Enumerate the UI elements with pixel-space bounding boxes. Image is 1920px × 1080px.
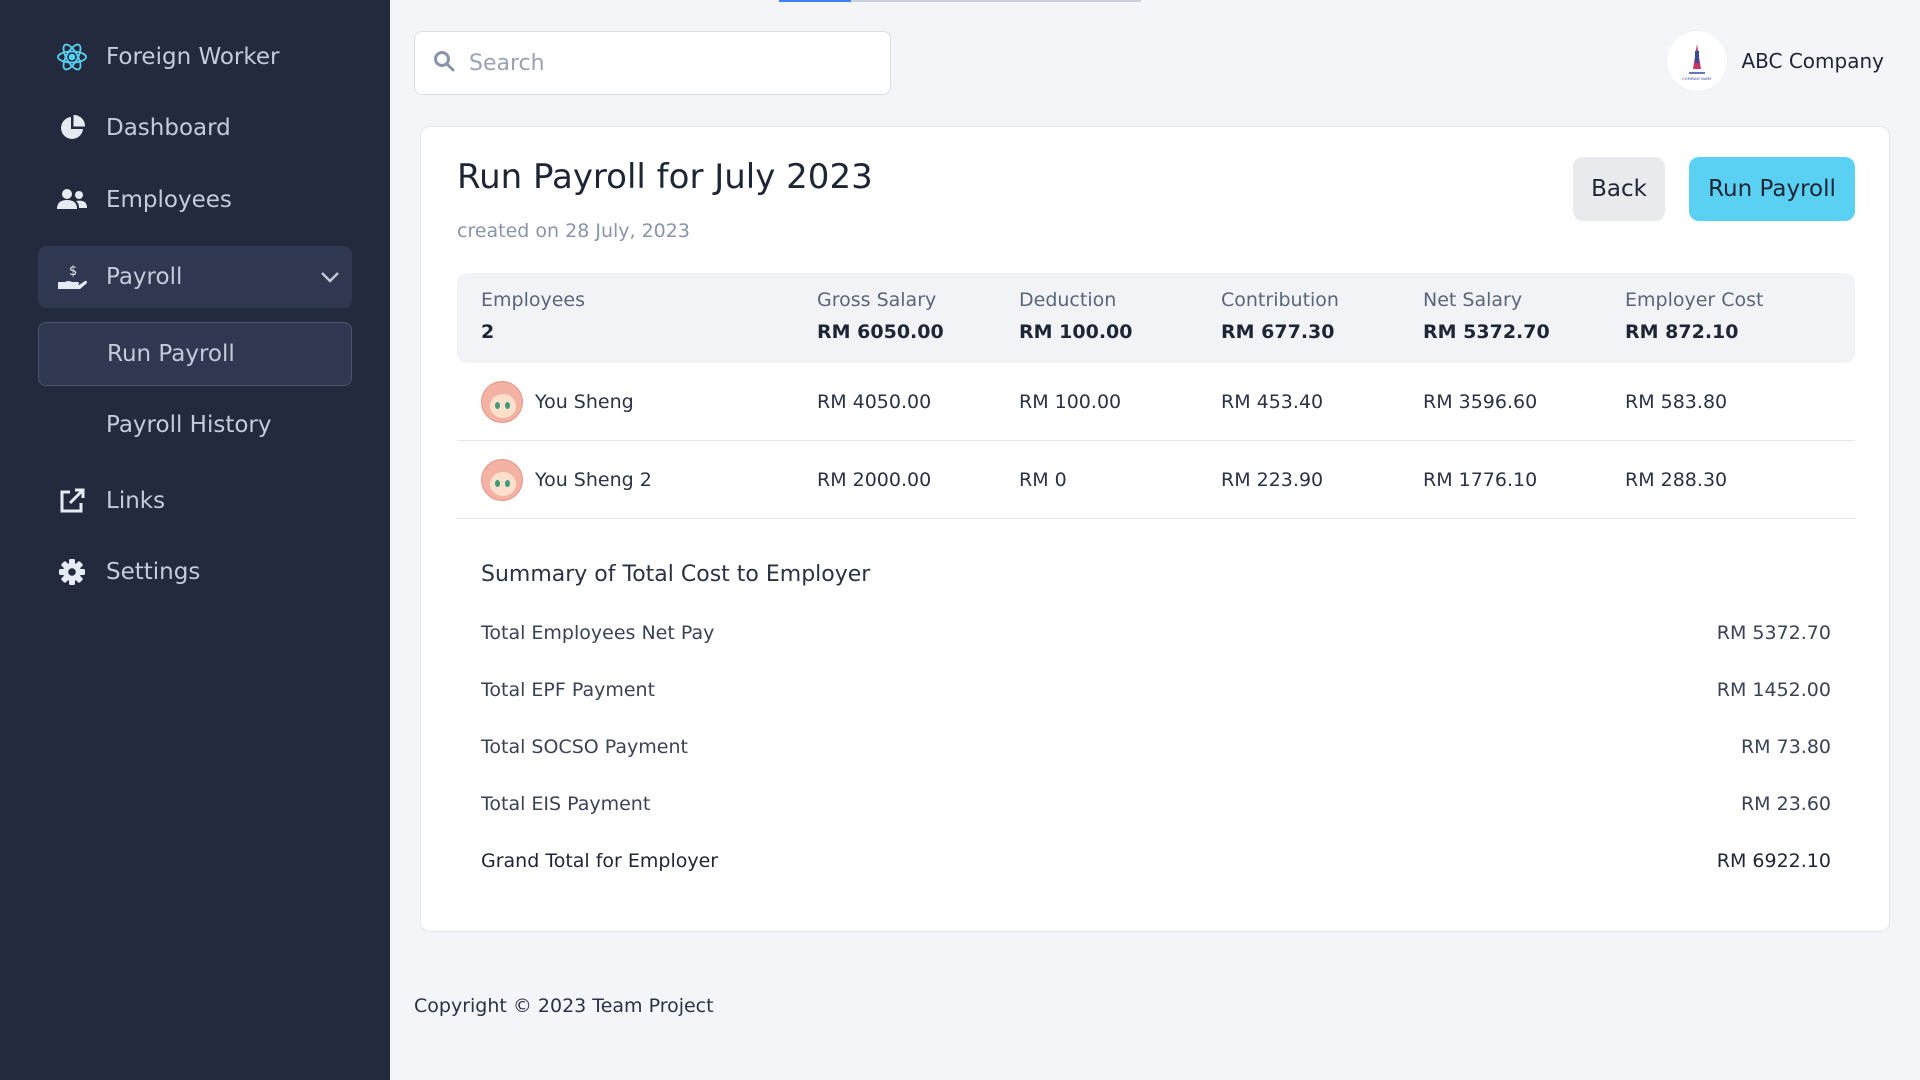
- pie-chart-icon: [38, 114, 106, 142]
- column-header-gross: Gross Salary: [817, 289, 937, 311]
- totals-gross: Gross Salary RM 6050.00: [817, 289, 944, 343]
- atom-icon: [38, 41, 106, 73]
- table-row[interactable]: You Sheng 2 RM 2000.00 RM 0 RM 223.90 RM…: [457, 441, 1855, 519]
- column-header-employer-cost: Employer Cost: [1625, 289, 1764, 311]
- sidebar: Foreign Worker Dashboard Employees $ Pay…: [0, 0, 390, 1080]
- totals-net-value: RM 5372.70: [1423, 321, 1550, 343]
- totals-deduction: Deduction RM 100.00: [1019, 289, 1132, 343]
- totals-gross-value: RM 6050.00: [817, 321, 944, 343]
- totals-employees-value: 2: [481, 321, 495, 343]
- page-subtitle: created on 28 July, 2023: [457, 220, 690, 242]
- users-icon: [38, 187, 106, 213]
- summary-grand-total-row: Grand Total for Employer RM 6922.10: [481, 846, 1831, 876]
- totals-deduction-value: RM 100.00: [1019, 321, 1133, 343]
- sidebar-item-label: Employees: [106, 187, 232, 213]
- net-cell: RM 3596.60: [1423, 391, 1538, 413]
- summary-label: Grand Total for Employer: [481, 850, 719, 872]
- summary-row: Total SOCSO Payment RM 73.80: [481, 732, 1831, 762]
- sidebar-item-label: Dashboard: [106, 115, 231, 141]
- summary-value: RM 6922.10: [1716, 850, 1831, 872]
- employee-cell: You Sheng 2: [481, 441, 652, 519]
- summary-value: RM 5372.70: [1716, 622, 1831, 644]
- totals-employees: Employees 2: [481, 289, 585, 343]
- svg-text:$: $: [69, 264, 77, 279]
- tab-indicator: [779, 0, 851, 2]
- employer-cell: RM 288.30: [1625, 469, 1728, 491]
- salary-hand-icon: $: [38, 262, 106, 292]
- contribution-cell: RM 453.40: [1221, 391, 1324, 413]
- summary-value: RM 23.60: [1740, 793, 1831, 815]
- sidebar-item-dashboard[interactable]: Dashboard: [38, 97, 352, 159]
- company-name: ABC Company: [1741, 49, 1884, 73]
- sidebar-subitem-payroll-history[interactable]: Payroll History: [38, 393, 352, 457]
- net-cell: RM 1776.10: [1423, 469, 1538, 491]
- search-icon: [433, 50, 455, 76]
- company-profile[interactable]: COMPANY NAME ABC Company: [1667, 30, 1884, 92]
- summary-row: Total Employees Net Pay RM 5372.70: [481, 618, 1831, 648]
- sidebar-item-payroll[interactable]: $ Payroll: [38, 246, 352, 308]
- page-title: Run Payroll for July 2023: [457, 157, 873, 197]
- gross-cell: RM 2000.00: [817, 469, 932, 491]
- avatar: [481, 459, 523, 501]
- back-button[interactable]: Back: [1573, 157, 1665, 221]
- tab-indicator-track: [851, 0, 1141, 2]
- summary-row: Total EPF Payment RM 1452.00: [481, 675, 1831, 705]
- employee-name: You Sheng 2: [535, 469, 652, 491]
- gear-icon: [38, 558, 106, 586]
- sidebar-subitem-run-payroll[interactable]: Run Payroll: [38, 322, 352, 386]
- totals-contribution-value: RM 677.30: [1221, 321, 1335, 343]
- summary-label: Total SOCSO Payment: [481, 736, 688, 758]
- sidebar-subitem-label: Payroll History: [106, 412, 272, 438]
- summary-row: Total EIS Payment RM 23.60: [481, 789, 1831, 819]
- employer-cell: RM 583.80: [1625, 391, 1728, 413]
- column-header-contribution: Contribution: [1221, 289, 1339, 311]
- sidebar-brand[interactable]: Foreign Worker: [38, 26, 352, 88]
- run-payroll-button[interactable]: Run Payroll: [1689, 157, 1855, 221]
- sidebar-item-label: Links: [106, 488, 166, 514]
- search-input[interactable]: [469, 50, 869, 76]
- totals-employer: Employer Cost RM 872.10: [1625, 289, 1764, 343]
- employee-name: You Sheng: [535, 391, 634, 413]
- deduction-cell: RM 100.00: [1019, 391, 1122, 413]
- sidebar-item-label: Settings: [106, 559, 201, 585]
- totals-employer-value: RM 872.10: [1625, 321, 1739, 343]
- sidebar-subitem-label: Run Payroll: [107, 341, 235, 367]
- sidebar-item-employees[interactable]: Employees: [38, 169, 352, 231]
- employee-cell: You Sheng: [481, 363, 634, 441]
- column-header-net: Net Salary: [1423, 289, 1523, 311]
- footer-copyright: Copyright © 2023 Team Project: [414, 995, 714, 1017]
- avatar: [481, 381, 523, 423]
- column-header-employees: Employees: [481, 289, 585, 311]
- summary-value: RM 73.80: [1740, 736, 1831, 758]
- chevron-down-icon: [308, 271, 352, 283]
- sidebar-item-settings[interactable]: Settings: [38, 541, 352, 603]
- svg-text:COMPANY NAME: COMPANY NAME: [1683, 77, 1713, 81]
- summary-label: Total EIS Payment: [481, 793, 651, 815]
- company-logo: COMPANY NAME: [1667, 31, 1728, 91]
- totals-bar: Employees 2 Gross Salary RM 6050.00 Dedu…: [457, 273, 1855, 363]
- sidebar-item-links[interactable]: Links: [38, 470, 352, 532]
- totals-contribution: Contribution RM 677.30: [1221, 289, 1339, 343]
- deduction-cell: RM 0: [1019, 469, 1067, 491]
- summary-value: RM 1452.00: [1716, 679, 1831, 701]
- summary-label: Total EPF Payment: [481, 679, 656, 701]
- sidebar-brand-label: Foreign Worker: [106, 44, 280, 70]
- totals-net: Net Salary RM 5372.70: [1423, 289, 1550, 343]
- payroll-card: Run Payroll for July 2023 created on 28 …: [420, 126, 1890, 932]
- sidebar-item-label: Payroll: [106, 264, 183, 290]
- gross-cell: RM 4050.00: [817, 391, 932, 413]
- summary-label: Total Employees Net Pay: [481, 622, 715, 644]
- contribution-cell: RM 223.90: [1221, 469, 1324, 491]
- table-row[interactable]: You Sheng RM 4050.00 RM 100.00 RM 453.40…: [457, 363, 1855, 441]
- search-box[interactable]: [414, 31, 891, 95]
- summary-title: Summary of Total Cost to Employer: [481, 562, 871, 587]
- column-header-deduction: Deduction: [1019, 289, 1117, 311]
- external-link-icon: [38, 487, 106, 515]
